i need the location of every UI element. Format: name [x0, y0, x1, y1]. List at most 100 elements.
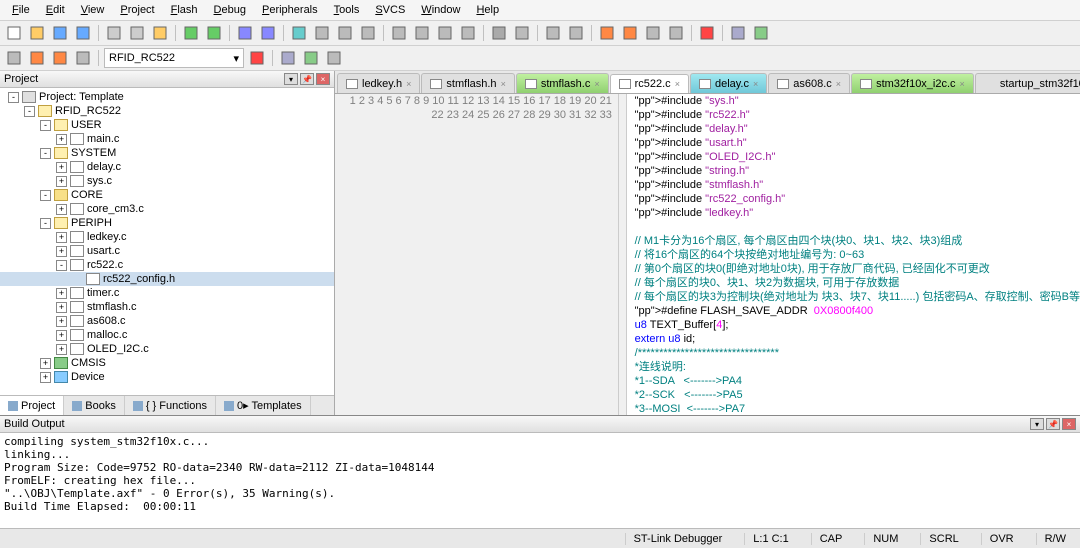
file-tab[interactable]: as608.c×: [768, 73, 850, 93]
save-all-button[interactable]: [73, 23, 93, 43]
menu-help[interactable]: Help: [468, 2, 507, 18]
tree-node[interactable]: -RFID_RC522: [0, 104, 334, 118]
save-button[interactable]: [50, 23, 70, 43]
tree-node[interactable]: -SYSTEM: [0, 146, 334, 160]
tree-node[interactable]: +timer.c: [0, 286, 334, 300]
expand-icon[interactable]: -: [40, 218, 51, 229]
panel-dropdown-icon[interactable]: ▾: [1030, 418, 1044, 430]
expand-icon[interactable]: +: [56, 162, 67, 173]
stop-button[interactable]: [666, 23, 686, 43]
bookmark-button[interactable]: [289, 23, 309, 43]
debug-tag2-button[interactable]: [566, 23, 586, 43]
file-tab[interactable]: stmflash.h×: [421, 73, 514, 93]
batch-button[interactable]: [643, 23, 663, 43]
undo-button[interactable]: [181, 23, 201, 43]
menu-view[interactable]: View: [73, 2, 113, 18]
tree-node[interactable]: -Project: Template: [0, 90, 334, 104]
expand-icon[interactable]: +: [56, 176, 67, 187]
tree-node[interactable]: -CORE: [0, 188, 334, 202]
project-tree[interactable]: -Project: Template-RFID_RC522-USER+main.…: [0, 88, 334, 395]
expand-icon[interactable]: +: [56, 288, 67, 299]
fold-column[interactable]: [619, 94, 627, 415]
manage-button[interactable]: [301, 48, 321, 68]
books-button[interactable]: [324, 48, 344, 68]
tree-node[interactable]: +core_cm3.c: [0, 202, 334, 216]
comment-button[interactable]: [435, 23, 455, 43]
expand-icon[interactable]: +: [56, 330, 67, 341]
download-button[interactable]: [697, 23, 717, 43]
panel-dropdown-icon[interactable]: ▾: [284, 73, 298, 85]
tree-node[interactable]: +as608.c: [0, 314, 334, 328]
close-icon[interactable]: ×: [594, 79, 599, 89]
panel-close-icon[interactable]: ×: [1062, 418, 1076, 430]
indent-r-button[interactable]: [412, 23, 432, 43]
build-button[interactable]: [597, 23, 617, 43]
new-button[interactable]: [4, 23, 24, 43]
close-icon[interactable]: ×: [753, 79, 758, 89]
tree-node[interactable]: +stmflash.c: [0, 300, 334, 314]
bm-clear-button[interactable]: [358, 23, 378, 43]
expand-icon[interactable]: +: [56, 246, 67, 257]
close-icon[interactable]: ×: [960, 79, 965, 89]
file-tab[interactable]: rc522.c×: [610, 74, 689, 94]
panel-tab-functions[interactable]: { } Functions: [125, 396, 216, 415]
tree-node[interactable]: +main.c: [0, 132, 334, 146]
paste-button[interactable]: [150, 23, 170, 43]
expand-icon[interactable]: -: [40, 190, 51, 201]
indent-l-button[interactable]: [389, 23, 409, 43]
close-icon[interactable]: ×: [501, 79, 506, 89]
bm-next-button[interactable]: [335, 23, 355, 43]
panel-close-icon[interactable]: ×: [316, 73, 330, 85]
expand-icon[interactable]: -: [40, 148, 51, 159]
open-button[interactable]: [27, 23, 47, 43]
copy-button[interactable]: [127, 23, 147, 43]
tree-node[interactable]: +delay.c: [0, 160, 334, 174]
tree-node[interactable]: -USER: [0, 118, 334, 132]
manage-button[interactable]: [751, 23, 771, 43]
nav-back-button[interactable]: [235, 23, 255, 43]
file-tab[interactable]: startup_stm32f10x_md.s×: [975, 73, 1080, 93]
options-button[interactable]: [728, 23, 748, 43]
expand-icon[interactable]: -: [8, 92, 19, 103]
file-tab[interactable]: stmflash.c×: [516, 73, 609, 93]
batch-button[interactable]: [73, 48, 93, 68]
tree-node[interactable]: +ledkey.c: [0, 230, 334, 244]
file-tab[interactable]: delay.c×: [690, 73, 767, 93]
panel-tab-templates[interactable]: 0▸ Templates: [216, 396, 311, 415]
menu-svcs[interactable]: SVCS: [367, 2, 413, 18]
menu-debug[interactable]: Debug: [206, 2, 254, 18]
code-editor[interactable]: 1 2 3 4 5 6 7 8 9 10 11 12 13 14 15 16 1…: [335, 94, 1080, 415]
menu-peripherals[interactable]: Peripherals: [254, 2, 326, 18]
download-button[interactable]: [247, 48, 267, 68]
find-files-button[interactable]: [512, 23, 532, 43]
panel-tab-project[interactable]: Project: [0, 396, 64, 415]
expand-icon[interactable]: +: [56, 316, 67, 327]
expand-icon[interactable]: -: [56, 260, 67, 271]
expand-icon[interactable]: +: [56, 232, 67, 243]
tree-node[interactable]: -rc522.c: [0, 258, 334, 272]
file-tab[interactable]: ledkey.h×: [337, 73, 420, 93]
bm-prev-button[interactable]: [312, 23, 332, 43]
menu-edit[interactable]: Edit: [38, 2, 73, 18]
expand-icon[interactable]: -: [24, 106, 35, 117]
tree-node[interactable]: +Device: [0, 370, 334, 384]
close-icon[interactable]: ×: [406, 79, 411, 89]
tree-node[interactable]: +malloc.c: [0, 328, 334, 342]
tree-node[interactable]: +OLED_I2C.c: [0, 342, 334, 356]
translate-button[interactable]: [4, 48, 24, 68]
expand-icon[interactable]: +: [56, 204, 67, 215]
menu-file[interactable]: File: [4, 2, 38, 18]
file-tab[interactable]: stm32f10x_i2c.c×: [851, 73, 974, 93]
menu-flash[interactable]: Flash: [163, 2, 206, 18]
find-button[interactable]: [489, 23, 509, 43]
expand-icon[interactable]: +: [56, 134, 67, 145]
rebuild-button[interactable]: [50, 48, 70, 68]
tree-node[interactable]: -PERIPH: [0, 216, 334, 230]
tree-node[interactable]: +sys.c: [0, 174, 334, 188]
close-icon[interactable]: ×: [675, 79, 680, 89]
tree-node[interactable]: rc522_config.h: [0, 272, 334, 286]
nav-fwd-button[interactable]: [258, 23, 278, 43]
expand-icon[interactable]: +: [40, 358, 51, 369]
cut-button[interactable]: [104, 23, 124, 43]
uncomment-button[interactable]: [458, 23, 478, 43]
